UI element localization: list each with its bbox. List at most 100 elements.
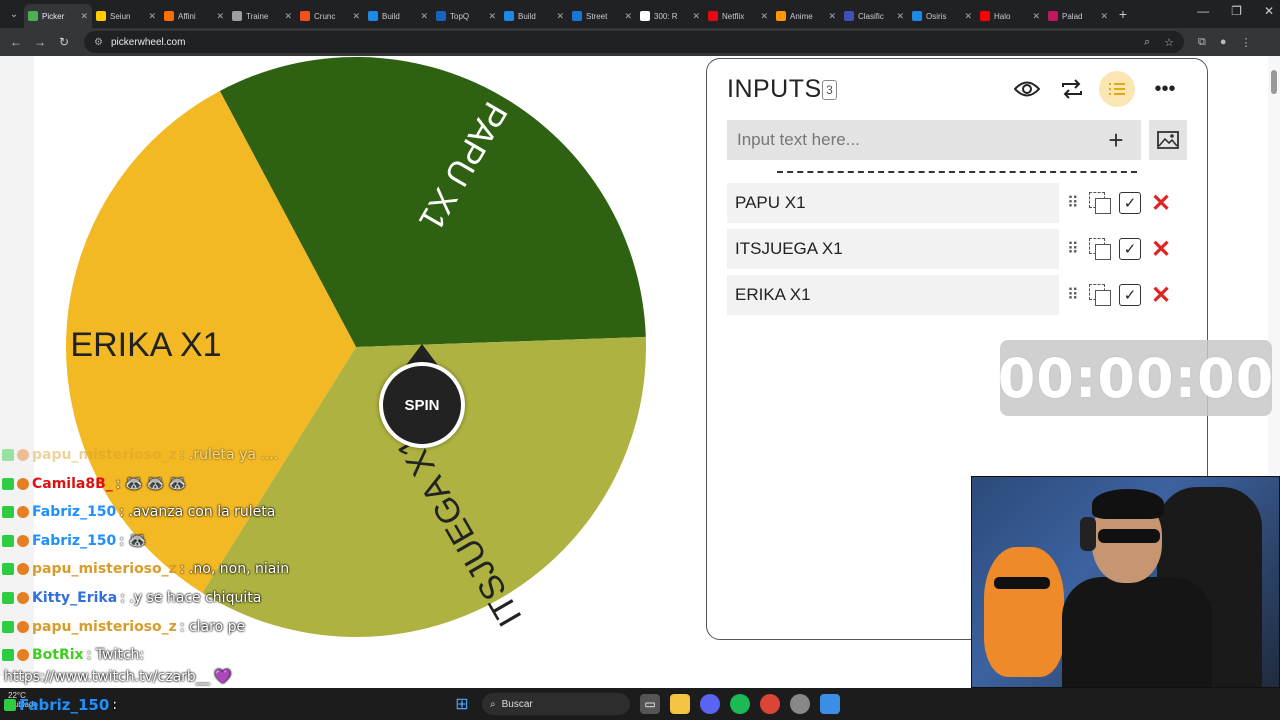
chat-line: Fabriz_150: 🦝 (2, 530, 146, 552)
browser-tab[interactable]: TopQ ✕ (432, 4, 500, 28)
browser-tab[interactable]: Street ✕ (568, 4, 636, 28)
discord-icon[interactable] (700, 694, 720, 714)
tab-favicon-icon (912, 11, 922, 21)
tab-close-icon[interactable]: ✕ (624, 11, 632, 22)
new-tab-button[interactable]: + (1112, 6, 1134, 22)
profile-icon[interactable]: ● (1220, 36, 1227, 49)
entry-input[interactable] (737, 130, 1101, 150)
tab-close-icon[interactable]: ✕ (1100, 11, 1108, 22)
drag-handle-icon[interactable]: ⠿ (1067, 193, 1081, 213)
tab-title: Street (586, 11, 608, 21)
browser-tab[interactable]: Netflix ✕ (704, 4, 772, 28)
tab-close-icon[interactable]: ✕ (80, 11, 88, 22)
taskbar-search-label: Buscar (501, 698, 533, 710)
notepad-icon[interactable] (820, 694, 840, 714)
tab-favicon-icon (1048, 11, 1058, 21)
browser-tab[interactable]: Palad ✕ (1044, 4, 1112, 28)
browser-tab[interactable]: Clasific ✕ (840, 4, 908, 28)
checkbox-icon[interactable]: ✓ (1119, 284, 1141, 306)
more-options-icon[interactable]: ••• (1147, 71, 1183, 107)
tab-close-icon[interactable]: ✕ (1032, 11, 1040, 22)
browser-tab[interactable]: 300: R ✕ (636, 4, 704, 28)
browser-tab[interactable]: Traine ✕ (228, 4, 296, 28)
windows-start-icon[interactable]: ⊞ (452, 694, 472, 714)
tab-close-icon[interactable]: ✕ (284, 11, 292, 22)
entry-text[interactable]: PAPU X1 (727, 183, 1059, 223)
address-bar-row: ← → ↻ ⚙ pickerwheel.com ⌕ ☆ ⧉ ● ⋮ (0, 28, 1280, 56)
close-window-icon[interactable]: ✕ (1264, 4, 1274, 18)
chat-username: papu_misterioso_z (32, 447, 177, 463)
file-explorer-icon[interactable] (670, 694, 690, 714)
task-view-icon[interactable]: ▭ (640, 694, 660, 714)
entry-row: PAPU X1 ⠿ ✓ ✕ (727, 183, 1187, 223)
omnibox[interactable]: ⚙ pickerwheel.com ⌕ ☆ (84, 31, 1184, 53)
sub-badge (17, 506, 29, 519)
add-image-button[interactable] (1149, 120, 1187, 160)
taskbar-search[interactable]: ⌕ Buscar (482, 693, 630, 715)
delete-icon[interactable]: ✕ (1149, 189, 1173, 218)
duplicate-icon[interactable] (1089, 238, 1111, 260)
delete-icon[interactable]: ✕ (1149, 235, 1173, 264)
checkbox-icon[interactable]: ✓ (1119, 192, 1141, 214)
tab-close-icon[interactable]: ✕ (148, 11, 156, 22)
entry-text[interactable]: ERIKA X1 (727, 275, 1059, 315)
browser-tab[interactable]: Osiris ✕ (908, 4, 976, 28)
delete-icon[interactable]: ✕ (1149, 281, 1173, 310)
duplicate-icon[interactable] (1089, 192, 1111, 214)
chat-line: Camila8B_: 🦝 🦝 🦝 (2, 473, 186, 495)
extensions-icon[interactable]: ⧉ (1198, 36, 1206, 49)
tab-close-icon[interactable]: ✕ (216, 11, 224, 22)
tab-close-icon[interactable]: ✕ (420, 11, 428, 22)
minimize-icon[interactable]: — (1197, 4, 1209, 18)
tab-close-icon[interactable]: ✕ (760, 11, 768, 22)
browser-tab[interactable]: Crunc ✕ (296, 4, 364, 28)
list-view-icon[interactable] (1099, 71, 1135, 107)
tab-close-icon[interactable]: ✕ (828, 11, 836, 22)
spin-button[interactable]: SPIN (379, 362, 465, 448)
tab-close-icon[interactable]: ✕ (896, 11, 904, 22)
maximize-icon[interactable]: ❐ (1231, 4, 1242, 18)
browser-tab[interactable]: Halo ✕ (976, 4, 1044, 28)
tab-title: Build (382, 11, 400, 21)
tab-close-icon[interactable]: ✕ (488, 11, 496, 22)
tab-close-icon[interactable]: ✕ (964, 11, 972, 22)
tab-close-icon[interactable]: ✕ (352, 11, 360, 22)
checkbox-icon[interactable]: ✓ (1119, 238, 1141, 260)
tab-favicon-icon (28, 11, 38, 21)
scroll-thumb[interactable] (1271, 70, 1277, 94)
sub-badge (17, 534, 29, 547)
tab-close-icon[interactable]: ✕ (692, 11, 700, 22)
add-entry-button[interactable]: + (1101, 125, 1131, 156)
browser-tab[interactable]: Build ✕ (364, 4, 432, 28)
zoom-icon[interactable]: ⌕ (1144, 36, 1150, 49)
site-info-icon[interactable]: ⚙ (94, 37, 103, 48)
browser-tab[interactable]: Build ✕ (500, 4, 568, 28)
app-icon[interactable] (790, 694, 810, 714)
tab-favicon-icon (708, 11, 718, 21)
browser-tab[interactable]: Anime ✕ (772, 4, 840, 28)
browser-tab[interactable]: Seiun ✕ (92, 4, 160, 28)
drag-handle-icon[interactable]: ⠿ (1067, 285, 1081, 305)
chat-message: : 🦝 (119, 532, 146, 549)
chat-message: : claro pe (179, 618, 246, 635)
browser-menu-icon[interactable]: ⋮ (1241, 36, 1252, 49)
chrome-icon[interactable] (760, 694, 780, 714)
shuffle-icon[interactable] (1054, 71, 1090, 107)
chat-message: : .avanza con la ruleta (119, 504, 276, 521)
spotify-icon[interactable] (730, 694, 750, 714)
browser-tab[interactable]: Picker ✕ (24, 4, 92, 28)
back-icon[interactable]: ← (4, 35, 28, 49)
entry-text[interactable]: ITSJUEGA X1 (727, 229, 1059, 269)
duplicate-icon[interactable] (1089, 284, 1111, 306)
eye-icon[interactable] (1009, 71, 1045, 107)
forward-icon[interactable]: → (28, 35, 52, 49)
bookmark-star-icon[interactable]: ☆ (1164, 36, 1174, 49)
browser-tab[interactable]: Affini ✕ (160, 4, 228, 28)
chat-message: : 🦝 🦝 🦝 (115, 475, 187, 492)
reload-icon[interactable]: ↻ (52, 35, 76, 49)
tab-search-icon[interactable]: ⌄ (4, 4, 24, 24)
drag-handle-icon[interactable]: ⠿ (1067, 239, 1081, 259)
streamer-hair (1092, 489, 1164, 519)
tab-favicon-icon (844, 11, 854, 21)
tab-close-icon[interactable]: ✕ (556, 11, 564, 22)
